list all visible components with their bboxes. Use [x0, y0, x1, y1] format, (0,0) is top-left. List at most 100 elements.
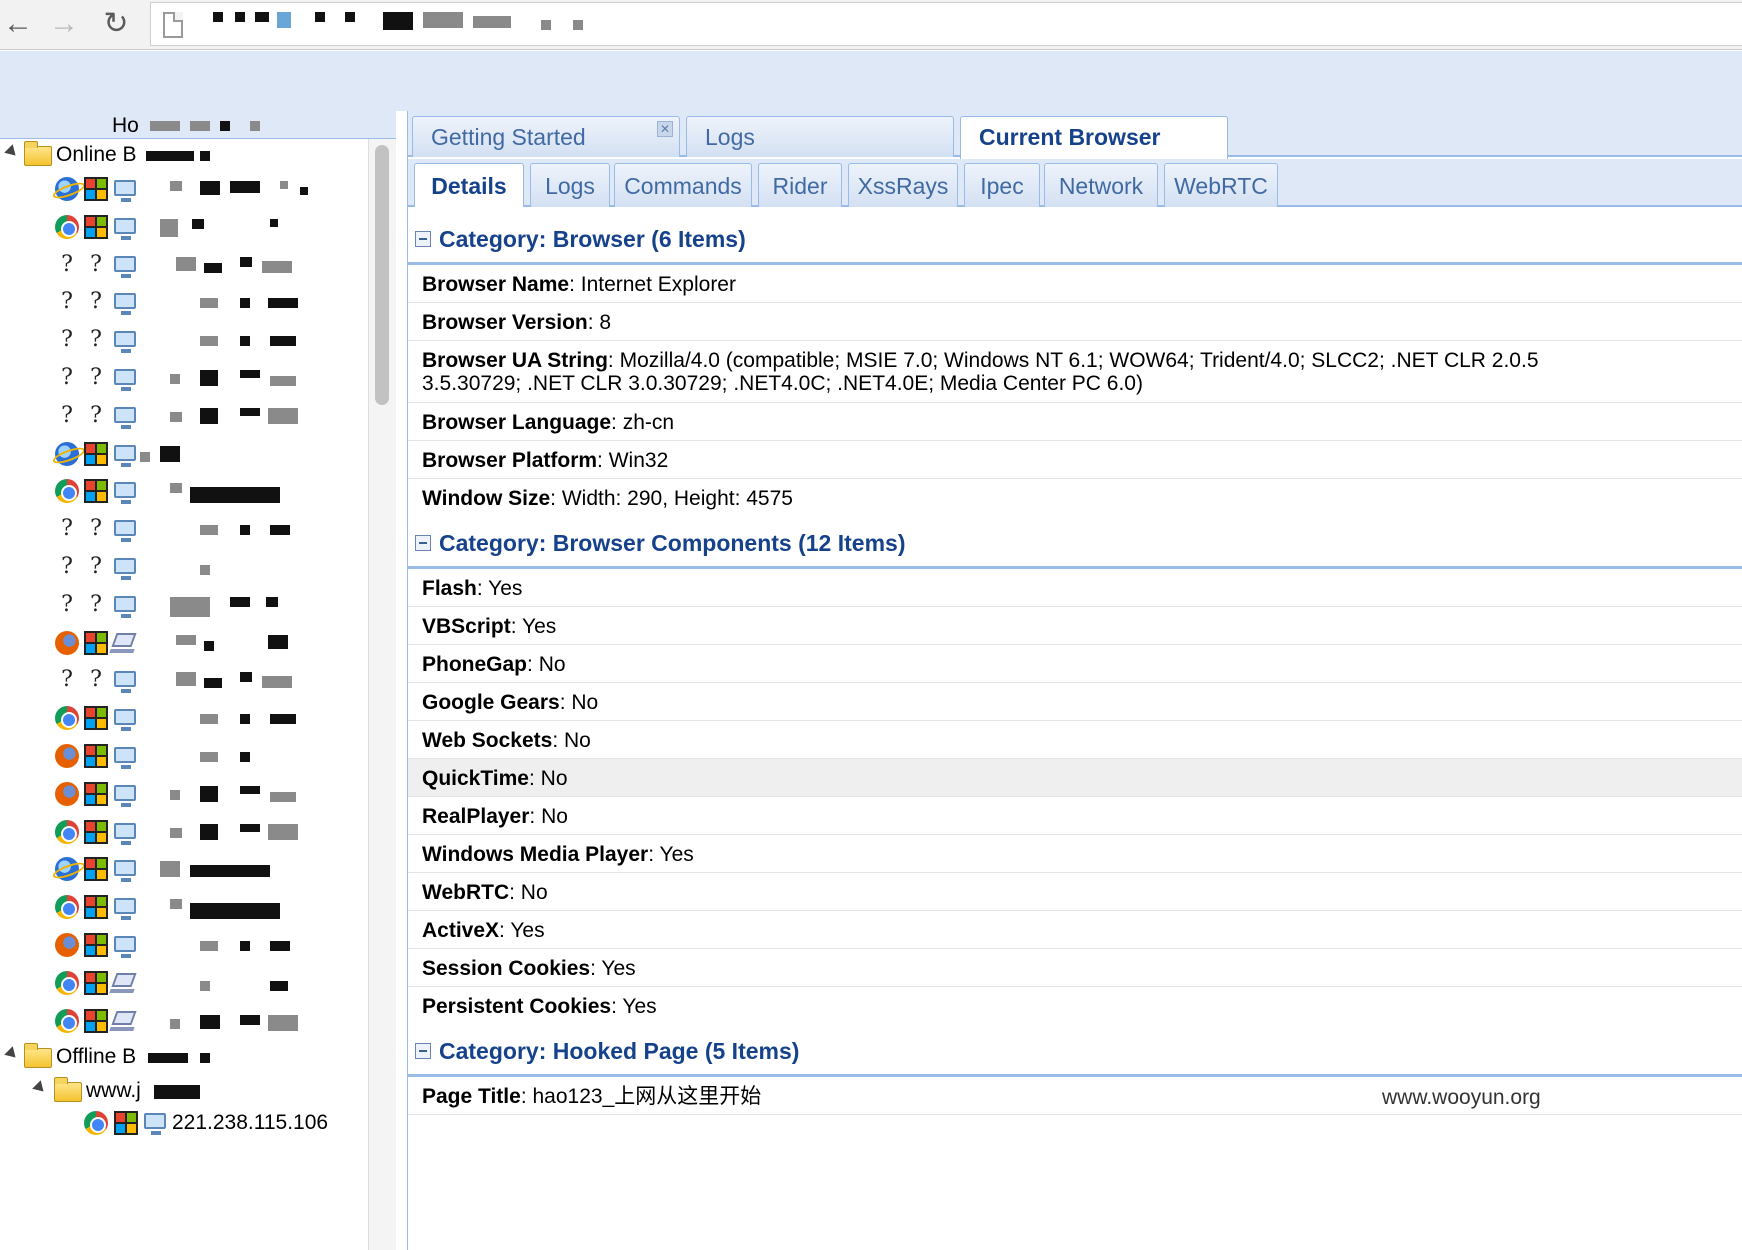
hooked-browser-row[interactable]: ??: [0, 284, 360, 320]
tab-getting-started[interactable]: Getting Started ✕: [412, 116, 680, 157]
redacted-url: [541, 20, 551, 30]
offline-browser-row[interactable]: 221.238.115.106: [0, 1107, 360, 1143]
redacted-address: [270, 981, 288, 991]
unknown-os-icon: ?: [90, 289, 102, 314]
hooked-browser-row[interactable]: [0, 171, 360, 207]
tab-label: Rider: [772, 173, 828, 199]
redacted-address: [204, 641, 214, 651]
unknown-os-icon: ?: [90, 252, 102, 277]
hooked-browser-row[interactable]: ??: [0, 398, 360, 434]
hooked-browser-row[interactable]: ??: [0, 360, 360, 396]
hooked-browser-row[interactable]: [0, 473, 360, 509]
detail-row: Google Gears: No: [408, 683, 1742, 721]
collapse-icon[interactable]: [415, 1043, 431, 1059]
redacted-address: [200, 714, 218, 724]
detail-label: WebRTC: [422, 881, 510, 904]
redacted-address: [300, 187, 308, 195]
hooked-browser-row[interactable]: [0, 436, 360, 472]
collapse-icon[interactable]: [415, 231, 431, 247]
tree-scrollbar[interactable]: [368, 139, 396, 1250]
collapse-icon[interactable]: [415, 535, 431, 551]
hooked-browser-row[interactable]: ??: [0, 549, 360, 585]
detail-label: Flash: [422, 577, 477, 600]
tab-xssrays[interactable]: XssRays: [848, 163, 958, 207]
hooked-browser-row[interactable]: [0, 851, 360, 887]
hooked-browser-row[interactable]: ??: [0, 662, 360, 698]
redacted-address: [170, 181, 182, 191]
chrome-icon: [55, 971, 79, 995]
scrollbar-thumb[interactable]: [375, 145, 389, 405]
detail-value: No: [538, 653, 566, 676]
offline-domain-folder[interactable]: www.j: [0, 1077, 360, 1107]
tab-commands[interactable]: Commands: [614, 163, 752, 207]
category-header[interactable]: Category: Browser Components (12 Items): [408, 513, 1742, 569]
hooked-browser-row[interactable]: [0, 738, 360, 774]
panel-header: Ho: [0, 111, 396, 139]
online-browsers-folder[interactable]: Online B: [0, 141, 360, 171]
redacted-url: [473, 16, 511, 28]
hooked-browser-row[interactable]: [0, 700, 360, 736]
desktop-icon: [114, 369, 136, 391]
hooked-browser-row[interactable]: ??: [0, 587, 360, 623]
hooked-browser-row[interactable]: [0, 209, 360, 245]
detail-row: PhoneGap: No: [408, 645, 1742, 683]
hooked-browser-row[interactable]: [0, 1003, 360, 1039]
detail-label: Browser Language: [422, 411, 612, 434]
offline-browsers-folder[interactable]: Offline B: [0, 1043, 360, 1073]
redacted-title: [220, 121, 230, 131]
redacted-address: [192, 219, 204, 229]
hooked-browser-row[interactable]: ??: [0, 247, 360, 283]
chrome-icon: [55, 895, 79, 919]
category-header[interactable]: Category: Browser (6 Items): [408, 209, 1742, 265]
redacted-address: [240, 941, 250, 951]
tab-logs[interactable]: Logs: [686, 116, 954, 157]
detail-row: Persistent Cookies: Yes: [422, 995, 657, 1018]
expand-arrow-icon[interactable]: [32, 1080, 48, 1096]
detail-label: ActiveX: [422, 919, 500, 942]
detail-row: Browser UA String: Mozilla/4.0 (compatib…: [408, 341, 1742, 403]
hooked-browser-row[interactable]: ??: [0, 511, 360, 547]
unknown-browser-icon: ?: [61, 554, 73, 579]
close-icon[interactable]: ✕: [657, 121, 673, 137]
hooked-browser-row[interactable]: [0, 965, 360, 1001]
tab-network[interactable]: Network: [1044, 163, 1158, 207]
windows-icon: [84, 631, 108, 655]
expand-arrow-icon[interactable]: [4, 1046, 20, 1062]
redacted-address: [262, 261, 292, 273]
hooked-browser-row[interactable]: [0, 776, 360, 812]
redacted-address: [268, 1015, 298, 1031]
hooked-browser-row[interactable]: [0, 814, 360, 850]
hooked-browser-row[interactable]: [0, 889, 360, 925]
tab-current-browser[interactable]: Current Browser: [960, 116, 1228, 159]
windows-icon: [84, 744, 108, 768]
redacted-address: [200, 298, 218, 308]
chrome-icon: [55, 215, 79, 239]
tab-rider[interactable]: Rider: [758, 163, 842, 207]
windows-icon: [84, 782, 108, 806]
back-arrow-icon[interactable]: ←: [0, 6, 36, 42]
reload-icon[interactable]: ↻: [98, 6, 134, 42]
redacted-title: [190, 121, 210, 131]
redacted-address: [190, 487, 280, 503]
hooked-browser-row[interactable]: ??: [0, 322, 360, 358]
windows-icon: [84, 479, 108, 503]
address-bar[interactable]: [150, 2, 1742, 46]
category-header[interactable]: Category: Hooked Page (5 Items): [408, 1021, 1742, 1077]
redacted-title: [150, 121, 180, 131]
redacted-url: [423, 12, 463, 28]
tab-webrtc[interactable]: WebRTC: [1164, 163, 1278, 207]
forward-arrow-icon[interactable]: →: [46, 6, 82, 42]
redacted-address: [170, 483, 182, 493]
hooked-browser-row[interactable]: [0, 927, 360, 963]
firefox-icon: [55, 782, 79, 806]
tab-ipec[interactable]: Ipec: [964, 163, 1040, 207]
expand-arrow-icon[interactable]: [4, 144, 20, 160]
hooked-browser-row[interactable]: [0, 625, 360, 661]
tab-details[interactable]: Details: [414, 163, 524, 207]
redacted-address: [140, 452, 150, 462]
tab-logs[interactable]: Logs: [530, 163, 610, 207]
redacted-address: [240, 824, 260, 832]
chrome-icon: [55, 1009, 79, 1033]
redacted-address: [270, 219, 278, 227]
unknown-os-icon: ?: [90, 592, 102, 617]
